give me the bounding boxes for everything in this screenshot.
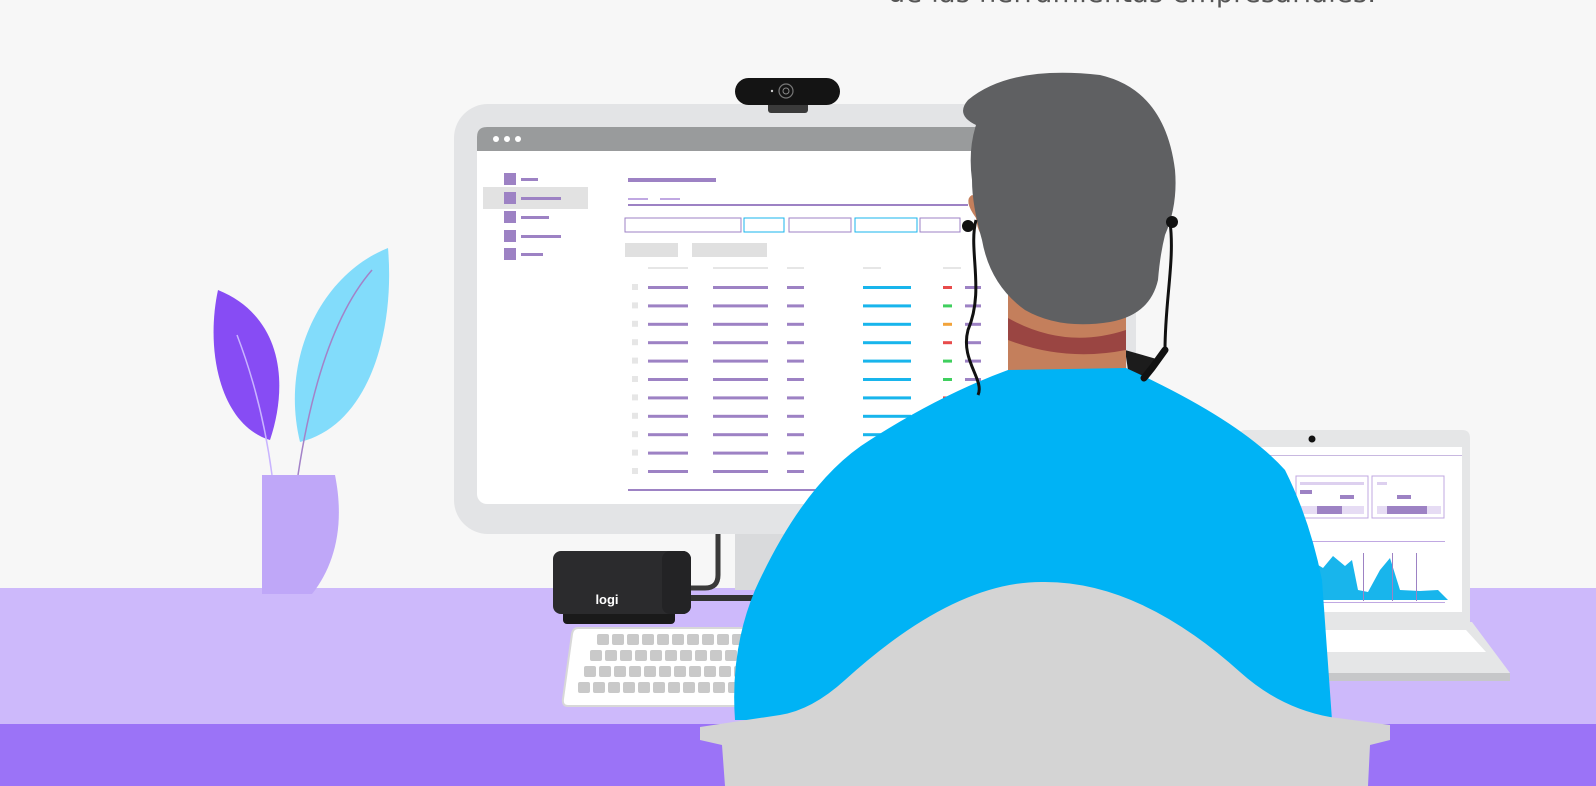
dock-brand: logi: [595, 592, 618, 607]
key: [689, 666, 701, 677]
caption-text: de las herramientas empresariales.: [888, 0, 1376, 9]
key: [725, 650, 737, 661]
key: [657, 634, 669, 645]
key: [702, 634, 714, 645]
key: [593, 682, 605, 693]
key: [578, 682, 590, 693]
key: [719, 666, 731, 677]
key: [650, 650, 662, 661]
key: [627, 634, 639, 645]
key: [629, 666, 641, 677]
key: [605, 650, 617, 661]
key: [668, 682, 680, 693]
key: [608, 682, 620, 693]
key: [683, 682, 695, 693]
key: [713, 682, 725, 693]
key: [710, 650, 722, 661]
key: [623, 682, 635, 693]
laptop-camera-icon: [1308, 435, 1316, 443]
dock-device: logi: [553, 551, 691, 624]
plant-icon: [213, 248, 390, 594]
key: [599, 666, 611, 677]
key: [612, 634, 624, 645]
key: [614, 666, 626, 677]
key: [584, 666, 596, 677]
key: [590, 650, 602, 661]
key: [698, 682, 710, 693]
key: [717, 634, 729, 645]
key: [638, 682, 650, 693]
illustration-scene: logi: [0, 0, 1596, 786]
key: [642, 634, 654, 645]
key: [704, 666, 716, 677]
key: [674, 666, 686, 677]
window-control-dots-icon: [493, 136, 521, 142]
key: [597, 634, 609, 645]
key: [672, 634, 684, 645]
key: [665, 650, 677, 661]
key: [680, 650, 692, 661]
key: [695, 650, 707, 661]
key: [620, 650, 632, 661]
key: [653, 682, 665, 693]
workspace-illustration: logi: [0, 72, 1596, 786]
key: [687, 634, 699, 645]
key: [635, 650, 647, 661]
key: [659, 666, 671, 677]
key: [644, 666, 656, 677]
